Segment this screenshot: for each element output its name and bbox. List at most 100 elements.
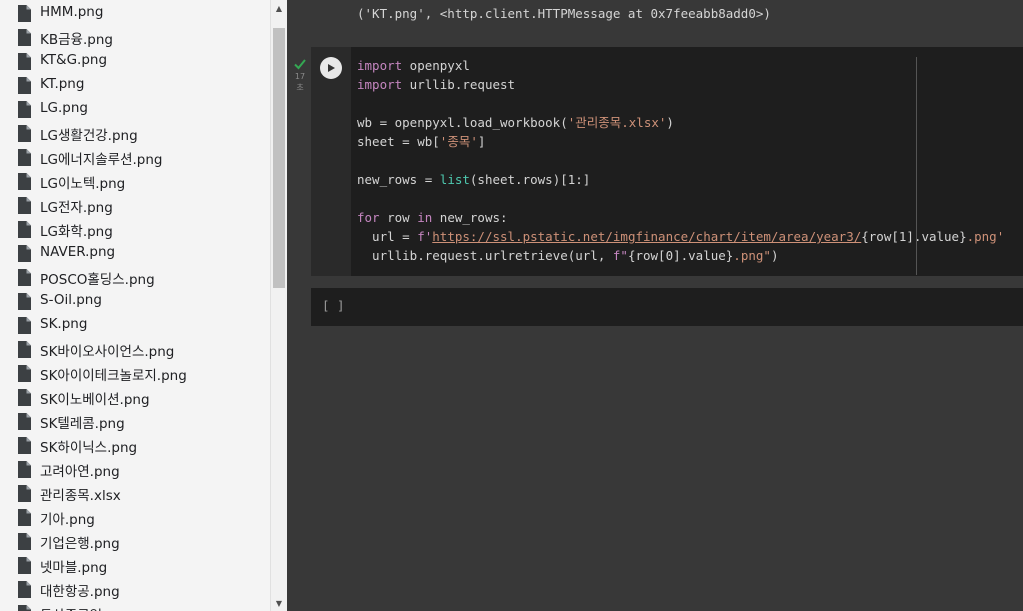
code-token: import (357, 77, 403, 92)
check-icon (294, 59, 306, 70)
file-item[interactable]: 대한항공.png (0, 577, 270, 601)
code-token: for (357, 210, 380, 225)
file-item[interactable]: POSCO홀딩스.png (0, 265, 270, 289)
file-icon (17, 365, 32, 382)
file-item[interactable]: KT.png (0, 73, 270, 97)
file-icon (17, 53, 32, 70)
file-item[interactable]: SK하이닉스.png (0, 433, 270, 457)
file-icon (17, 605, 32, 611)
file-name: 기아.png (40, 512, 95, 528)
file-name: LG이노텍.png (40, 176, 126, 192)
file-name: 고려아연.png (40, 464, 120, 480)
play-icon (328, 64, 335, 72)
file-item[interactable]: LG에너지솔루션.png (0, 145, 270, 169)
file-name: HMM.png (40, 4, 104, 20)
file-name: KB금융.png (40, 32, 113, 48)
file-item[interactable]: SK아이이테크놀로지.png (0, 361, 270, 385)
code-token: '관리종목.xlsx' (567, 115, 667, 130)
file-icon (17, 269, 32, 286)
file-item[interactable]: 관리종목.xlsx (0, 481, 270, 505)
file-name: NAVER.png (40, 244, 116, 260)
code-token: in (417, 210, 433, 225)
file-name: 두산중공업.png (40, 604, 132, 611)
file-icon (17, 461, 32, 478)
code-token: f' (417, 229, 433, 244)
file-icon (17, 509, 32, 526)
file-browser-scrollbar[interactable]: ▲ ▼ (270, 0, 287, 611)
file-item[interactable]: 기업은행.png (0, 529, 270, 553)
file-icon (17, 197, 32, 214)
file-name: POSCO홀딩스.png (40, 272, 155, 288)
cell-prompt: [ ] (322, 298, 345, 313)
file-name: SK텔레콤.png (40, 416, 125, 432)
file-name: SK하이닉스.png (40, 440, 138, 456)
scroll-up-arrow-icon[interactable]: ▲ (271, 0, 287, 16)
scrollbar-thumb[interactable] (273, 28, 285, 288)
code-token: ] (477, 134, 486, 149)
code-token: wb = openpyxl.load_workbook( (357, 115, 568, 130)
file-name: LG전자.png (40, 200, 113, 216)
file-item[interactable]: KT&G.png (0, 49, 270, 73)
file-name: 관리종목.xlsx (40, 488, 121, 504)
file-icon (17, 485, 32, 502)
file-icon (17, 437, 32, 454)
execution-time: 17 초 (294, 72, 306, 92)
code-token: new_rows = (357, 172, 440, 187)
code-token: import (357, 58, 403, 73)
code-token: .png' (966, 229, 1005, 244)
file-name: SK바이오사이언스.png (40, 344, 175, 360)
file-icon (17, 245, 32, 262)
file-icon (17, 533, 32, 550)
file-item[interactable]: LG전자.png (0, 193, 270, 217)
file-item[interactable]: SK.png (0, 313, 270, 337)
file-browser: HMM.png KB금융.png KT&G.png KT.png LG.png LG생활건… (0, 0, 270, 611)
file-icon (17, 101, 32, 118)
code-token: {row[1].value} (861, 229, 967, 244)
file-item[interactable]: 넷마블.png (0, 553, 270, 577)
file-item[interactable]: HMM.png (0, 1, 270, 25)
run-cell-button[interactable] (320, 57, 342, 79)
file-item[interactable]: LG.png (0, 97, 270, 121)
file-item[interactable]: 고려아연.png (0, 457, 270, 481)
file-item[interactable]: SK텔레콤.png (0, 409, 270, 433)
file-icon (17, 149, 32, 166)
code-token: ) (666, 115, 674, 130)
file-name: 대한항공.png (40, 584, 120, 600)
file-item[interactable]: S-Oil.png (0, 289, 270, 313)
file-item[interactable]: SK바이오사이언스.png (0, 337, 270, 361)
file-name: LG생활건강.png (40, 128, 138, 144)
file-item[interactable]: LG생활건강.png (0, 121, 270, 145)
file-item[interactable]: KB금융.png (0, 25, 270, 49)
file-item[interactable]: LG이노텍.png (0, 169, 270, 193)
file-icon (17, 221, 32, 238)
file-item[interactable]: LG화학.png (0, 217, 270, 241)
file-icon (17, 29, 32, 46)
code-token: new_rows: (432, 210, 508, 225)
file-item[interactable]: 기아.png (0, 505, 270, 529)
empty-code-cell[interactable]: [ ] (311, 288, 1023, 326)
scroll-down-arrow-icon[interactable]: ▼ (271, 595, 287, 611)
file-icon (17, 317, 32, 334)
code-token: row (379, 210, 418, 225)
code-token: (sheet.rows)[1:] (469, 172, 591, 187)
code-token: url = (357, 229, 418, 244)
file-name: LG화학.png (40, 224, 113, 240)
file-icon (17, 557, 32, 574)
file-item[interactable]: NAVER.png (0, 241, 270, 265)
file-name: 기업은행.png (40, 536, 120, 552)
file-name: KT.png (40, 76, 85, 92)
code-cell[interactable]: 17 초 import openpyxl import urllib.reque… (294, 47, 1023, 276)
file-name: LG에너지솔루션.png (40, 152, 163, 168)
file-item[interactable]: SK이노베이션.png (0, 385, 270, 409)
code-editor[interactable]: import openpyxl import urllib.request wb… (357, 56, 1004, 265)
code-token: urllib.request (402, 77, 516, 92)
cell-gutter (311, 47, 351, 276)
file-item[interactable]: 두산중공업.png (0, 601, 270, 611)
file-name: 넷마블.png (40, 560, 108, 576)
file-icon (17, 389, 32, 406)
file-icon (17, 173, 32, 190)
code-token: ) (770, 248, 779, 263)
file-icon (17, 413, 32, 430)
code-url-link[interactable]: https://ssl.pstatic.net/imgfinance/chart… (432, 229, 861, 244)
file-icon (17, 77, 32, 94)
